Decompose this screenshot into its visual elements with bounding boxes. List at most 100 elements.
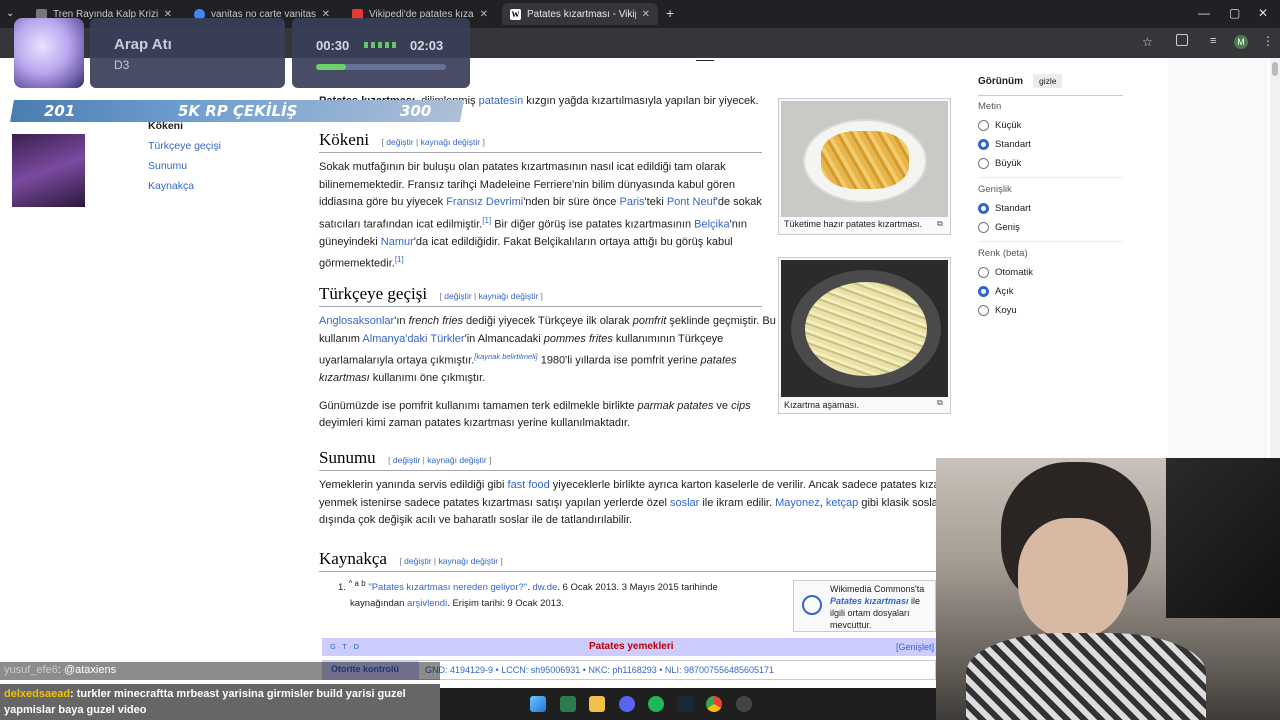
frying-image[interactable]	[781, 260, 948, 397]
radio-option[interactable]: Standart	[978, 139, 1123, 150]
edit-link[interactable]: değiştir	[404, 556, 431, 566]
toc-item-kaynakca[interactable]: Kaynakça	[148, 180, 221, 192]
text: . Erişim tarihi: 9 Ocak 2013.	[447, 598, 564, 610]
reference-link[interactable]: [1]	[395, 255, 404, 264]
width-options: Standart Geniş	[978, 203, 1123, 233]
edit-source-link[interactable]: kaynağı değiştir	[439, 556, 499, 566]
folder-icon[interactable]	[589, 696, 605, 712]
text: 1980'li yıllarda ise pomfrit yerine	[537, 354, 701, 367]
link-fast-food[interactable]: fast food	[508, 479, 550, 491]
media-control-icon[interactable]: ≡	[1210, 35, 1216, 47]
browser-menu-icon[interactable]: ⋮	[1262, 34, 1274, 48]
radio-button[interactable]	[978, 267, 989, 278]
radio-option[interactable]: Koyu	[978, 305, 1123, 316]
radio-label: Geniş	[995, 222, 1020, 233]
navbox-title[interactable]: Patates yemekleri	[589, 641, 674, 652]
link-fransiz-devrimi[interactable]: Fransız Devrimi	[446, 196, 523, 208]
reference-site-link[interactable]: dw.de	[532, 582, 557, 593]
radio-button[interactable]	[978, 305, 989, 316]
edit-source-link[interactable]: kaynağı değiştir	[421, 137, 481, 147]
link-belcika[interactable]: Belçika	[694, 218, 729, 230]
extensions-icon[interactable]	[1176, 34, 1188, 46]
minimize-icon[interactable]: —	[1198, 6, 1210, 20]
bookmark-star-icon[interactable]: ☆	[1142, 35, 1153, 49]
divider	[319, 470, 936, 471]
archive-link[interactable]: arşivlendi	[407, 598, 447, 609]
reference-title-link[interactable]: "Patates kızartması nereden geliyor?"	[368, 582, 527, 593]
tab-list-icon[interactable]: ⌄	[6, 8, 14, 19]
chat-text: : @ataxiens	[57, 664, 117, 676]
link-paris[interactable]: Paris	[619, 196, 644, 208]
text: güneyindeki	[319, 235, 381, 248]
appearance-title: Görünüm	[978, 75, 1023, 87]
spotify-icon[interactable]	[648, 696, 664, 712]
app-icon[interactable]	[736, 696, 752, 712]
radio-button[interactable]	[978, 222, 989, 233]
radio-option[interactable]: Büyük	[978, 158, 1123, 169]
link-mayonez[interactable]: Mayonez	[775, 497, 820, 509]
chat-message: yusuf_efe6: @ataxiens	[0, 662, 440, 680]
radio-label: Koyu	[995, 305, 1017, 316]
radio-label: Standart	[995, 203, 1031, 214]
link-namur[interactable]: Namur	[381, 236, 414, 248]
strip-right-number: 300	[400, 102, 432, 120]
profile-avatar[interactable]: M	[1234, 35, 1248, 49]
link-ketcap[interactable]: ketçap	[826, 497, 858, 509]
text: Bir diğer görüş ise patates kızartmasını…	[491, 218, 695, 231]
radio-option[interactable]: Küçük	[978, 120, 1123, 131]
backlink[interactable]: ^ a b	[349, 579, 366, 588]
chrome-icon[interactable]	[706, 696, 722, 712]
link-anglosaksonlar[interactable]: Anglosaksonlar	[319, 315, 394, 327]
edit-link[interactable]: değiştir	[393, 455, 420, 465]
radio-label: Otomatik	[995, 267, 1034, 278]
link-almanyadaki-turkler[interactable]: Almanya'daki Türkler	[362, 333, 464, 345]
edit-source-link[interactable]: kaynağı değiştir	[479, 291, 539, 301]
new-tab-button[interactable]: +	[666, 5, 674, 21]
reference-link[interactable]: [1]	[482, 216, 491, 225]
radio-button[interactable]	[978, 286, 989, 297]
edit-source-link[interactable]: kaynağı değiştir	[427, 455, 487, 465]
authority-ids[interactable]: GND: 4194129-9 • LCCN: sh95006931 • NKC:…	[425, 665, 774, 675]
link-patates[interactable]: patatesin	[479, 95, 524, 107]
text: yiyeceklerle birlikte ayrıca karton kase…	[549, 479, 936, 491]
commons-link[interactable]: Patates kızartması	[830, 596, 909, 606]
discord-icon[interactable]	[619, 696, 635, 712]
toc-item-sunumu[interactable]: Sunumu	[148, 160, 221, 172]
link-soslar[interactable]: soslar	[670, 497, 699, 509]
radio-button[interactable]	[978, 120, 989, 131]
navbox-expand-button[interactable]: [Genişlet]	[896, 642, 934, 652]
paragraph-turkceye: Anglosaksonlar'ın french fries dediği yi…	[319, 313, 779, 433]
text: gibi klasik sosların	[861, 496, 936, 509]
enlarge-icon[interactable]: ⧉	[937, 219, 943, 229]
fries-plate-image[interactable]	[781, 101, 948, 217]
start-icon[interactable]	[530, 696, 546, 712]
paragraph-sunumu: Yemeklerin yanında servis edildiği gibi …	[319, 477, 936, 530]
radio-option[interactable]: Geniş	[978, 222, 1123, 233]
text: 'nın	[729, 218, 747, 231]
app-icon[interactable]	[560, 696, 576, 712]
enlarge-icon[interactable]: ⧉	[937, 398, 943, 408]
edit-links: [ değiştir | kaynağı değiştir ]	[381, 137, 485, 147]
close-icon[interactable]: ✕	[642, 9, 650, 20]
edit-link[interactable]: değiştir	[386, 137, 413, 147]
radio-button[interactable]	[978, 203, 989, 214]
radio-button[interactable]	[978, 139, 989, 150]
close-icon[interactable]: ✕	[480, 9, 488, 20]
radio-option[interactable]: Standart	[978, 203, 1123, 214]
close-window-icon[interactable]: ✕	[1258, 6, 1268, 20]
radio-button[interactable]	[978, 158, 989, 169]
citation-needed-link[interactable]: [kaynak belirtilmeli]	[474, 352, 537, 361]
text: ilgili ortam dosyaları	[830, 608, 910, 618]
steam-icon[interactable]	[677, 696, 693, 712]
hide-button[interactable]: gizle	[1033, 74, 1063, 88]
navbox-vte-links[interactable]: G · T · D	[330, 642, 359, 651]
radio-option[interactable]: Otomatik	[978, 267, 1123, 278]
toc-item-turkceye[interactable]: Türkçeye geçişi	[148, 140, 221, 152]
link-pont-neuf[interactable]: Pont Neuf	[667, 196, 716, 208]
edit-links: [ değiştir | kaynağı değiştir ]	[388, 455, 492, 465]
edit-link[interactable]: değiştir	[444, 291, 471, 301]
maximize-icon[interactable]: ▢	[1229, 6, 1240, 20]
text-line: bilinememektedir. Fransız tarihçi Madele…	[319, 178, 736, 191]
tab-4[interactable]: W Patates kızartması - Vikipedi ✕	[502, 3, 658, 25]
radio-option[interactable]: Açık	[978, 286, 1123, 297]
